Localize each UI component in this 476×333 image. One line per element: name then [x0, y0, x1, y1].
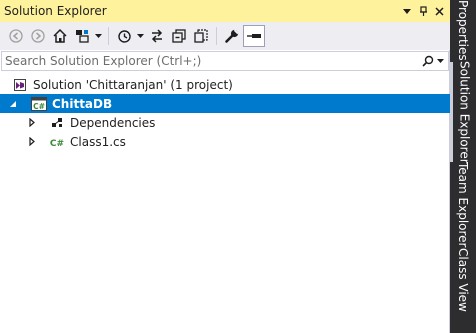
pending-changes-dropdown[interactable] — [135, 25, 146, 47]
solution-tree: Solution 'Chittaranjan' (1 project) C# C… — [0, 75, 450, 151]
search-icon — [422, 55, 434, 67]
dropdown-arrow-icon — [137, 34, 144, 38]
window-position-dropdown-button[interactable] — [400, 3, 414, 19]
collapse-all-button[interactable] — [168, 25, 190, 47]
tree-item-solution[interactable]: Solution 'Chittaranjan' (1 project) — [0, 75, 450, 94]
show-all-files-icon — [194, 29, 208, 43]
history-icon — [118, 30, 131, 43]
dependencies-icon — [49, 115, 65, 131]
sync-icon — [151, 29, 163, 43]
pending-changes-filter-button[interactable] — [113, 25, 135, 47]
toolbar-separator — [216, 27, 217, 45]
close-icon — [434, 6, 444, 16]
dropdown-arrow-icon — [437, 59, 444, 63]
collapse-all-icon — [172, 29, 186, 43]
pin-icon — [420, 6, 427, 16]
solution-explorer-panel: Solution Explorer Search Solution Explor… — [0, 0, 450, 333]
tab-class-view-label: Class View — [456, 248, 470, 312]
show-all-files-button[interactable] — [190, 25, 212, 47]
tab-solution-explorer[interactable]: Solution Explorer — [450, 60, 476, 164]
preview-icon — [247, 34, 261, 38]
solution-icon — [12, 77, 28, 93]
search-box — [1, 51, 449, 71]
toolbar — [0, 22, 450, 50]
side-tab-strip: Properties Solution Explorer Team Explor… — [450, 0, 476, 333]
properties-button[interactable] — [221, 25, 243, 47]
switch-views-button[interactable] — [71, 25, 93, 47]
toolbar-separator — [108, 27, 109, 45]
sync-with-document-button[interactable] — [146, 25, 168, 47]
tab-class-view[interactable]: Class View — [450, 248, 476, 312]
preview-selected-items-button[interactable] — [243, 25, 265, 47]
switch-views-dropdown[interactable] — [93, 25, 104, 47]
tree-item-dependencies[interactable]: Dependencies — [0, 113, 450, 132]
csharp-project-icon: C# — [31, 96, 47, 112]
expand-toggle[interactable] — [7, 98, 19, 110]
expand-toggle[interactable] — [26, 117, 38, 129]
collapsed-arrow-icon — [29, 137, 35, 146]
dropdown-arrow-icon — [403, 8, 411, 14]
dropdown-arrow-icon — [95, 34, 102, 38]
dependencies-label: Dependencies — [70, 115, 156, 130]
collapsed-arrow-icon — [29, 118, 35, 127]
csharp-file-icon: C# — [49, 134, 65, 150]
switch-views-icon — [76, 30, 89, 43]
tree-item-project[interactable]: C# ChittaDB — [0, 94, 450, 113]
tab-properties-label: Properties — [456, 0, 470, 61]
auto-hide-button[interactable] — [416, 3, 430, 19]
expanded-arrow-icon — [10, 100, 16, 107]
project-badge: C# — [33, 102, 45, 111]
file-badge: C# — [50, 139, 64, 148]
tab-solution-explorer-label: Solution Explorer — [457, 60, 472, 164]
arrow-left-icon — [9, 29, 23, 43]
tab-team-explorer-label: Team Explorer — [456, 162, 470, 248]
home-button[interactable] — [49, 25, 71, 47]
project-label: ChittaDB — [52, 96, 113, 111]
panel-title: Solution Explorer — [4, 4, 107, 18]
search-input[interactable] — [2, 52, 422, 70]
tree-item-class1[interactable]: C# Class1.cs — [0, 132, 450, 151]
class1-label: Class1.cs — [70, 134, 126, 149]
close-button[interactable] — [432, 3, 446, 19]
back-button[interactable] — [5, 25, 27, 47]
home-icon — [53, 28, 67, 43]
search-options-button[interactable] — [422, 52, 448, 70]
solution-label: Solution 'Chittaranjan' (1 project) — [33, 77, 233, 92]
expand-toggle[interactable] — [26, 136, 38, 148]
forward-button[interactable] — [27, 25, 49, 47]
wrench-icon — [225, 29, 239, 43]
arrow-right-icon — [31, 29, 45, 43]
tab-team-explorer[interactable]: Team Explorer — [450, 162, 476, 248]
tab-properties[interactable]: Properties — [450, 0, 476, 60]
title-bar: Solution Explorer — [0, 0, 450, 22]
